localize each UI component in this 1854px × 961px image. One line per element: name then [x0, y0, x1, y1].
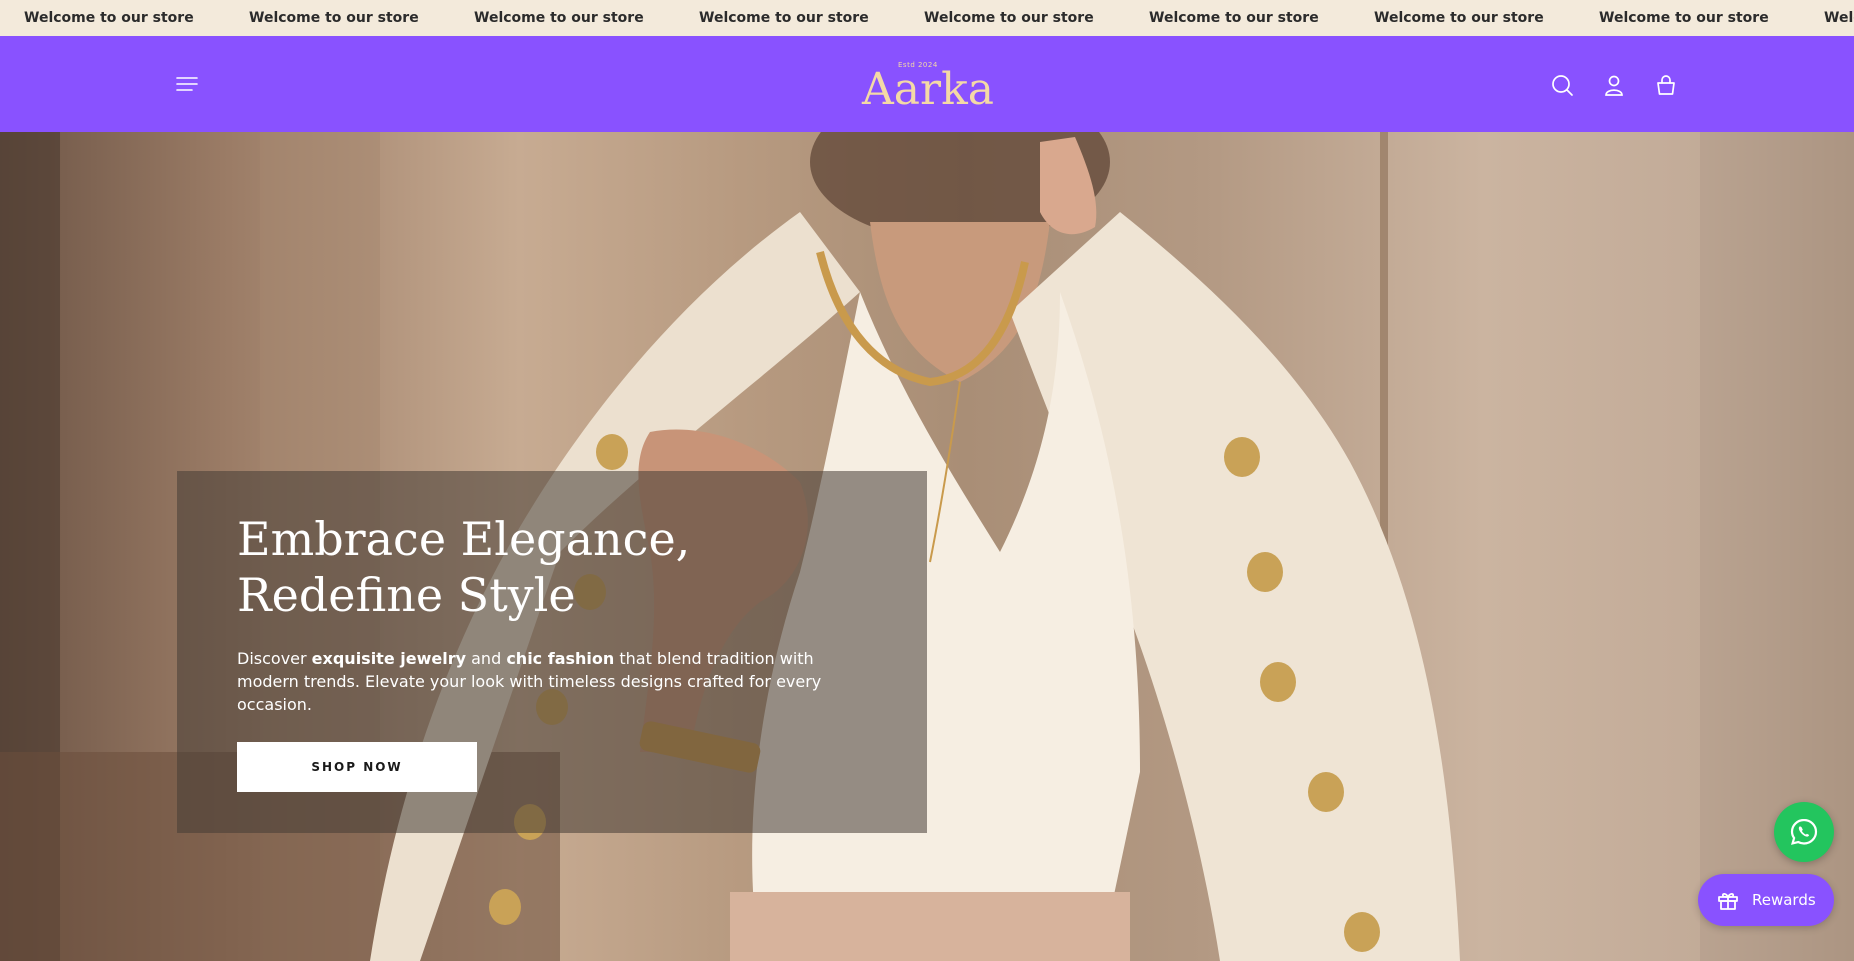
store-logo[interactable]: Estd 2024 Aarka	[860, 58, 996, 114]
hero-heading: Embrace Elegance, Redefine Style	[237, 511, 877, 623]
hamburger-menu-icon[interactable]	[174, 72, 200, 96]
announcement-bar: Welcome to our store Welcome to our stor…	[0, 0, 1854, 36]
announcement-text: Welcome to our store	[249, 10, 419, 26]
hero-desc-bold-fashion: chic fashion	[506, 649, 615, 668]
announcement-text: Welcome to our store	[1374, 10, 1544, 26]
hero-desc-text-1: Discover	[237, 649, 312, 668]
gift-icon	[1718, 892, 1738, 910]
rewards-button[interactable]: Rewards	[1698, 874, 1834, 926]
announcement-text: Welcome to our store	[699, 10, 869, 26]
hero-text-panel: Embrace Elegance, Redefine Style Discove…	[177, 471, 927, 833]
hero-desc-text-2: and	[466, 649, 507, 668]
logo-wordmark: Aarka	[862, 64, 994, 115]
announcement-text: Welcome to our store	[1824, 10, 1854, 26]
hero-heading-line-1: Embrace Elegance,	[237, 512, 691, 566]
user-icon[interactable]	[1601, 72, 1627, 98]
announcement-text: Welcome to our store	[474, 10, 644, 26]
hero-banner: Embrace Elegance, Redefine Style Discove…	[0, 132, 1854, 961]
announcement-text: Welcome to our store	[924, 10, 1094, 26]
announcement-text: Welcome to our store	[24, 10, 194, 26]
announcement-text: Welcome to our store	[1149, 10, 1319, 26]
whatsapp-chat-button[interactable]	[1774, 802, 1834, 862]
hero-desc-bold-jewelry: exquisite jewelry	[311, 649, 467, 668]
shop-now-button[interactable]: SHOP NOW	[237, 742, 477, 792]
search-icon[interactable]	[1549, 72, 1575, 98]
hero-description: Discover exquisite jewelry and chic fash…	[237, 647, 877, 716]
rewards-label: Rewards	[1752, 891, 1816, 909]
hero-heading-line-2: Redefine Style	[237, 568, 576, 622]
shopping-bag-icon[interactable]	[1653, 72, 1679, 98]
site-header: Estd 2024 Aarka	[0, 36, 1854, 132]
announcement-marquee: Welcome to our store Welcome to our stor…	[24, 0, 1854, 36]
whatsapp-icon	[1790, 818, 1818, 845]
announcement-text: Welcome to our store	[1599, 10, 1769, 26]
